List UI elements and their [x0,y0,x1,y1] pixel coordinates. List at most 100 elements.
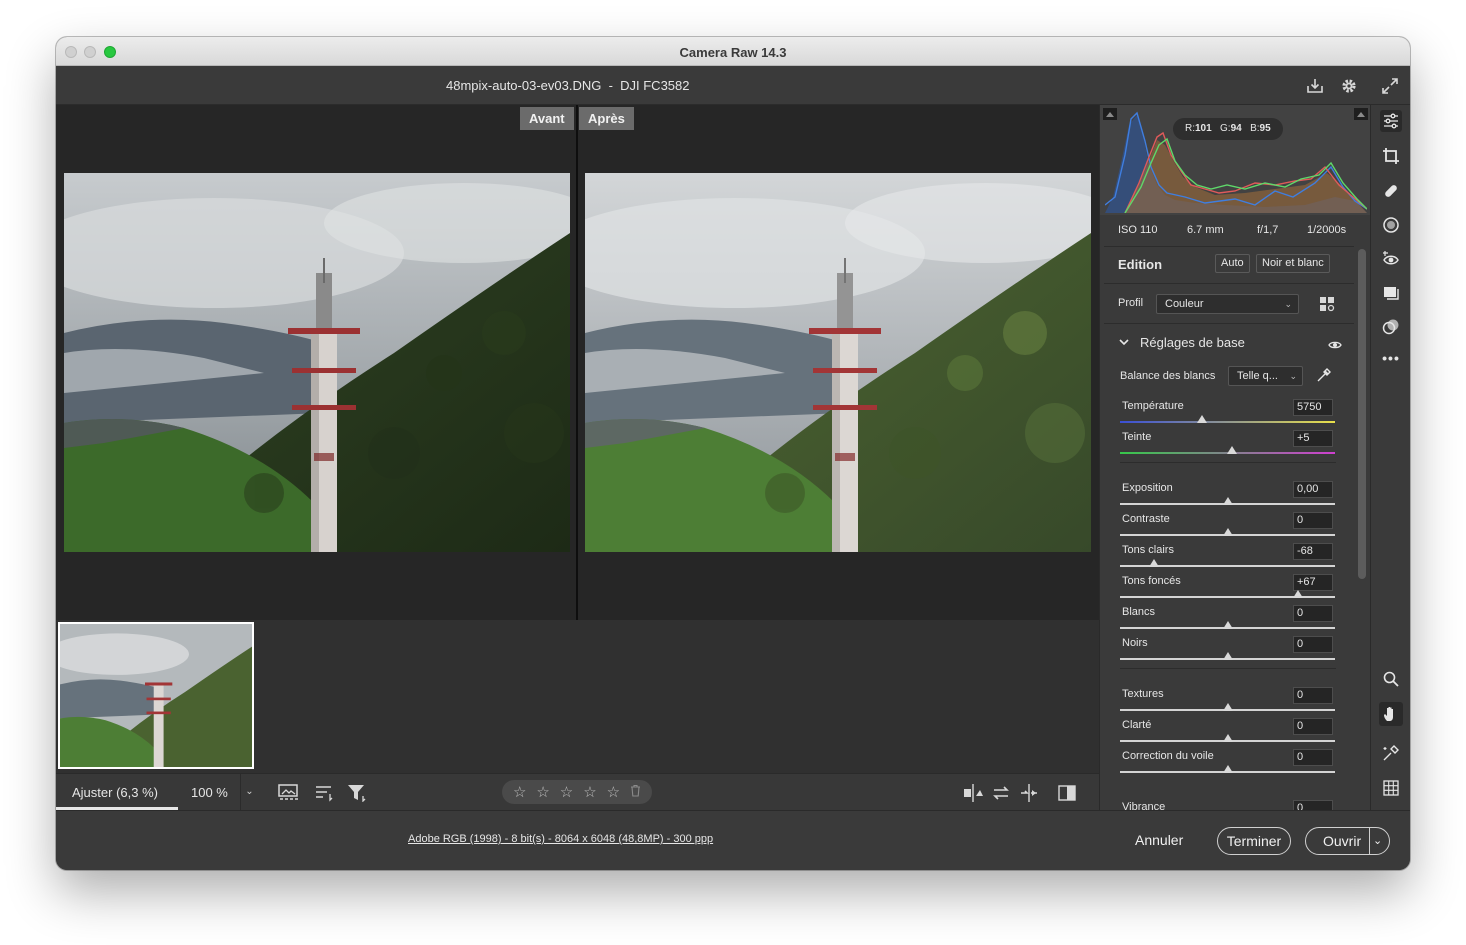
save-icon[interactable] [1305,76,1325,96]
panel-scrollbar[interactable] [1358,249,1366,579]
presets-icon[interactable] [1380,316,1402,338]
r-label: R: [1185,123,1195,134]
star-icon[interactable]: ☆ [560,783,573,801]
slider-thumb[interactable] [1222,734,1233,742]
before-after-divider [576,105,578,620]
file-header: 48mpix-auto-03-ev03.DNG - DJI FC3582 [56,66,1410,105]
slider-value-field[interactable]: 0 [1293,605,1333,622]
basic-section-title[interactable]: Réglages de base [1140,335,1245,350]
star-icon[interactable]: ☆ [583,783,596,801]
slider-label: Blancs [1122,606,1156,618]
separator [1104,283,1354,284]
slider-value-field[interactable]: -68 [1293,543,1333,560]
star-icon[interactable]: ☆ [536,783,549,801]
zoom-100-button[interactable]: 100 % [191,785,228,800]
slider-value-field[interactable]: +67 [1293,574,1333,591]
slider-value-field[interactable]: 0 [1293,636,1333,653]
slider-value-field[interactable]: 0,00 [1293,481,1333,498]
slider-thumb[interactable] [1196,415,1207,423]
slider-value-field[interactable]: 5750 [1293,399,1333,416]
filmstrip-thumbnail[interactable] [58,622,254,769]
before-label: Avant [520,107,574,130]
b-value: 95 [1259,123,1271,134]
open-options-chevron-icon[interactable]: ⌄ [1373,828,1382,854]
redeye-icon[interactable] [1380,248,1402,270]
slider-value-field[interactable]: 0 [1293,718,1333,735]
fullscreen-icon[interactable] [1380,76,1400,96]
sort-icon[interactable] [314,784,334,807]
slider-value-field[interactable]: +5 [1293,430,1333,447]
slider-row: Tons foncés +67 [1100,574,1356,605]
filter-icon[interactable] [347,784,367,807]
slider-value-field[interactable]: 0 [1293,749,1333,766]
edit-title: Edition [1118,257,1163,272]
hand-icon[interactable] [1379,702,1403,726]
camera-raw-window: Camera Raw 14.3 48mpix-auto-03-ev03.DNG … [56,37,1410,870]
separator [1104,323,1354,324]
slider-label: Tons clairs [1122,544,1174,556]
profile-dropdown[interactable]: Couleur ⌄ [1156,294,1299,314]
open-button[interactable]: Ouvrir ⌄ [1305,827,1390,855]
copy-settings-icon[interactable] [1019,783,1039,808]
profile-browser-icon[interactable] [1319,296,1335,317]
slider-thumb[interactable] [1222,765,1233,773]
white-balance-label: Balance des blancs [1120,370,1216,382]
grid-icon[interactable] [1380,777,1402,799]
after-image [585,173,1091,552]
slider-thumb[interactable] [1222,528,1233,536]
black-white-button[interactable]: Noir et blanc [1256,254,1330,273]
edit-sliders-icon[interactable] [1380,110,1402,132]
slider-thumb[interactable] [1222,497,1233,505]
filmstrip [56,620,1099,773]
before-after-layout-icon[interactable] [962,783,984,808]
slider-thumb[interactable] [1226,446,1237,454]
star-icon[interactable]: ☆ [513,783,526,801]
done-button[interactable]: Terminer [1217,827,1291,855]
slider-label: Contraste [1122,513,1170,525]
eyedropper-icon[interactable] [1316,367,1332,388]
title-bar: Camera Raw 14.3 [56,37,1410,66]
settings-icon[interactable] [1339,76,1359,96]
snapshots-icon[interactable] [1380,282,1402,304]
star-icon[interactable]: ☆ [607,783,620,801]
slider-value-field[interactable]: 0 [1293,687,1333,704]
mask-icon[interactable] [1380,214,1402,236]
open-label: Ouvrir [1323,833,1362,849]
image-viewer[interactable]: Avant Après [56,105,1099,620]
auto-button[interactable]: Auto [1215,254,1250,273]
slider-row: Clarté 0 [1100,718,1356,749]
white-balance-dropdown[interactable]: Telle q... ⌄ [1228,366,1303,386]
filmstrip-options-icon[interactable] [278,784,300,807]
chevron-down-icon: ⌄ [1284,299,1292,309]
after-label: Après [579,107,634,130]
healing-icon[interactable] [1380,180,1402,202]
visibility-eye-icon[interactable] [1328,337,1342,355]
swap-icon[interactable] [991,783,1011,808]
slider-thumb[interactable] [1149,559,1160,567]
slider-thumb[interactable] [1222,652,1233,660]
slider-label: Tons foncés [1122,575,1181,587]
slider-thumb[interactable] [1222,621,1233,629]
cancel-button[interactable]: Annuler [1135,832,1183,848]
workflow-options-link[interactable]: Adobe RGB (1998) - 8 bit(s) - 8064 x 604… [408,833,713,845]
slider-thumb[interactable] [1293,590,1304,598]
fit-zoom-button[interactable]: Ajuster (6,3 %) [72,785,158,800]
crop-icon[interactable] [1380,145,1402,167]
trash-icon[interactable] [630,784,641,801]
slider-thumb[interactable] [1222,703,1233,711]
sampler-icon[interactable] [1380,742,1402,764]
zoom-icon[interactable] [1380,668,1402,690]
more-icon[interactable]: ••• [1380,347,1402,369]
rating-stars[interactable]: ☆ ☆ ☆ ☆ ☆ [502,780,652,804]
slider-label: Exposition [1122,482,1173,494]
compare-view-icon[interactable] [1057,783,1077,808]
slider-row: Contraste 0 [1100,512,1356,543]
section-collapse-icon[interactable] [1118,335,1130,353]
slider-track[interactable] [1120,421,1335,423]
rgb-readout: R:101 G:94 B:95 [1173,118,1283,140]
view-toolbar: Ajuster (6,3 %) 100 % ⌄ ☆ ☆ ☆ ☆ ☆ [56,773,1099,810]
slider-value-field[interactable]: 0 [1293,512,1333,529]
tool-strip: ••• [1370,105,1410,810]
footer-bar: Adobe RGB (1998) - 8 bit(s) - 8064 x 604… [56,810,1410,870]
zoom-dropdown-icon[interactable]: ⌄ [240,774,258,810]
